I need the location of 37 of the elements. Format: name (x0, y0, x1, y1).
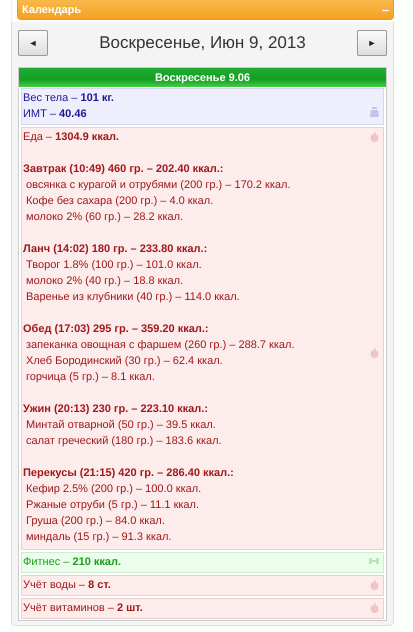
summary-text: ИМТ – 40.46 (23, 107, 88, 122)
food-item: Хлеб Бородинский (30 гр.) – 62.4 ккал. (25, 354, 224, 369)
food-item: Варенье из клубники (40 гр.) – 114.0 ккал. (25, 290, 241, 305)
summary-text: Фитнес – 210 ккал. (23, 555, 122, 570)
previous-day-button[interactable]: ◄ (18, 30, 48, 56)
apple-icon (370, 580, 379, 590)
weight-icon (370, 107, 379, 117)
meal-title: Обед (17:03) 295 гр. – 359.20 ккал.: (23, 322, 210, 337)
apple-icon (370, 348, 379, 358)
date-title: Воскресенье, Июн 9, 2013 (99, 33, 306, 53)
summary-text: Вес тела – 101 кг. (23, 91, 115, 106)
food-item: горчица (5 гр.) – 8.1 ккал. (25, 370, 156, 385)
summary-text: Еда – 1304.9 ккал. (23, 130, 120, 145)
header-title: Календарь (22, 4, 82, 16)
meal-title: Завтрак (10:49) 460 гр. – 202.40 ккал.: (23, 162, 224, 177)
food-item: Кефир 2.5% (200 гр.) – 100.0 ккал. (25, 482, 202, 497)
apple-icon (370, 603, 379, 613)
food-item: Ржаные отруби (5 гр.) – 11.1 ккал. (25, 498, 200, 513)
dumbbell-icon (369, 557, 379, 565)
next-day-button[interactable]: ► (356, 30, 387, 56)
food-item: молоко 2% (60 гр.) – 28.2 ккал. (25, 210, 184, 225)
meal-title: Перекусы (21:15) 420 гр. – 286.40 ккал.: (23, 466, 235, 481)
food-item: молоко 2% (40 гр.) – 18.8 ккал. (25, 274, 184, 289)
food-item: миндаль (15 гр.) – 91.3 ккал. (25, 530, 172, 545)
food-item: овсянка с курагой и отрубями (200 гр.) – 170.2 ккал. (25, 178, 292, 193)
meal-title: Ланч (14:02) 180 гр. – 233.80 ккал.: (23, 242, 208, 257)
day-title-bar: Воскресенье 9.06 (19, 68, 386, 87)
food-item: запеканка овощная с фаршем (260 гр.) – 288.7 ккал. (25, 338, 296, 353)
food-item: Минтай отварной (50 гр.) – 39.5 ккал. (25, 418, 217, 433)
food-item: салат греческий (180 гр.) – 183.6 ккал. (25, 434, 223, 449)
meal-title: Ужин (20:13) 230 гр. – 223.10 ккал.: (23, 402, 210, 417)
summary-text: Учёт витаминов – 2 шт. (23, 601, 144, 616)
food-item: Творог 1.8% (100 гр.) – 101.0 ккал. (25, 258, 203, 273)
apple-icon (370, 132, 379, 142)
food-item: Груша (200 гр.) – 84.0 ккал. (25, 514, 166, 529)
summary-text: Учёт воды – 8 ст. (23, 578, 112, 593)
food-item: Кофе без сахара (200 гр.) – 4.0 ккал. (25, 194, 214, 209)
